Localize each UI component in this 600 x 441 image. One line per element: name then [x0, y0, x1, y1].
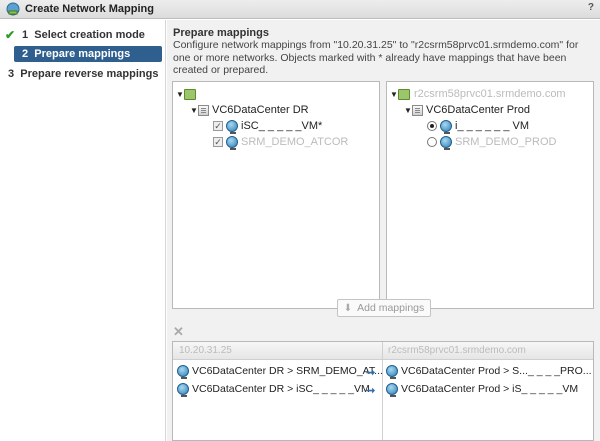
step-label: Prepare reverse mappings: [20, 68, 159, 80]
tree-network-target[interactable]: i_ _ _ _ _ _ VM: [427, 119, 529, 134]
network-mapping-icon: [6, 2, 20, 16]
expand-triangle-icon[interactable]: ▼: [404, 106, 412, 115]
network-label: i_ _ _ _ _ _ VM: [455, 120, 529, 132]
network-icon: [226, 136, 238, 150]
radio-button[interactable]: [427, 121, 437, 131]
step-number: 2: [22, 48, 29, 60]
add-mappings-label: Add mappings: [357, 302, 425, 314]
target-cell: VC6DataCenter Prod > iS_ _ _ _ _VM: [386, 383, 578, 397]
network-icon: [440, 120, 452, 134]
checkmark-icon: ✔: [5, 28, 16, 42]
tree-datacenter-target[interactable]: ▼ VC6DataCenter Prod: [404, 103, 530, 117]
network-icon: [440, 136, 452, 150]
step-prepare-mappings[interactable]: 2 Prepare mappings: [14, 46, 162, 62]
network-icon: [177, 365, 189, 379]
network-label: SRM_DEMO_ATCOR: [241, 136, 349, 148]
network-icon: [226, 120, 238, 134]
wizard-steps-panel: ✔ 1 Select creation mode 2 Prepare mappi…: [0, 20, 166, 441]
tree-network-target[interactable]: SRM_DEMO_PROD: [427, 135, 557, 150]
expand-triangle-icon[interactable]: ▼: [176, 90, 184, 99]
checkbox[interactable]: ✓: [213, 137, 223, 147]
expand-triangle-icon[interactable]: ▼: [390, 90, 398, 99]
table-row[interactable]: VC6DataCenter DR > iSC_ _ _ _ _VM ➞ VC6D…: [173, 381, 593, 399]
arrow-right-icon: ➞: [366, 385, 376, 397]
column-header-target[interactable]: r2csrm58prvc01.srmdemo.com: [388, 345, 526, 356]
network-label: SRM_DEMO_PROD: [455, 136, 557, 148]
step-select-creation-mode[interactable]: ✔ 1 Select creation mode: [0, 27, 166, 43]
table-row[interactable]: VC6DataCenter DR > SRM_DEMO_AT... ➞ VC6D…: [173, 363, 593, 381]
content-panel: Prepare mappings Configure network mappi…: [167, 20, 600, 441]
tree-datacenter-source[interactable]: ▼ VC6DataCenter DR: [190, 103, 309, 117]
network-icon: [386, 365, 398, 379]
datacenter-label: VC6DataCenter Prod: [426, 104, 530, 116]
column-header-source[interactable]: 10.20.31.25: [179, 345, 232, 356]
help-button[interactable]: ?: [588, 2, 594, 13]
source-cell: VC6DataCenter DR > SRM_DEMO_AT...: [177, 365, 383, 379]
step-number: 3: [8, 68, 15, 80]
table-header: 10.20.31.25 r2csrm58prvc01.srmdemo.com: [173, 342, 593, 360]
tree-network-source[interactable]: ✓ iSC_ _ _ _ _VM*: [213, 119, 323, 134]
vcenter-icon: [184, 88, 196, 100]
tree-network-source[interactable]: ✓ SRM_DEMO_ATCOR: [213, 135, 349, 150]
tree-root-target[interactable]: ▼ r2csrm58prvc01.srmdemo.com: [390, 87, 566, 101]
radio-button[interactable]: [427, 137, 437, 147]
remove-mapping-icon[interactable]: ✕: [173, 324, 184, 340]
target-network-tree[interactable]: ▼ r2csrm58prvc01.srmdemo.com ▼ VC6DataCe…: [386, 81, 594, 309]
step-number: 1: [22, 29, 29, 41]
network-icon: [177, 383, 189, 397]
page-description: Configure network mappings from "10.20.3…: [173, 39, 579, 76]
target-cell: VC6DataCenter Prod > S..._ _ _ _PRO...: [386, 365, 592, 379]
datacenter-icon: [412, 104, 423, 116]
window-title: Create Network Mapping: [25, 3, 154, 15]
title-bar: Create Network Mapping ?: [0, 0, 600, 19]
network-label: iSC_ _ _ _ _VM*: [241, 120, 323, 132]
arrow-right-icon: ➞: [366, 367, 376, 379]
step-label: Select creation mode: [34, 29, 145, 41]
page-title: Prepare mappings: [173, 27, 269, 39]
expand-triangle-icon[interactable]: ▼: [190, 106, 198, 115]
datacenter-icon: [198, 104, 209, 116]
step-prepare-reverse-mappings[interactable]: 3 Prepare reverse mappings: [0, 66, 166, 82]
add-mappings-button[interactable]: ⬇ Add mappings: [337, 299, 431, 317]
tree-root-source[interactable]: ▼: [176, 87, 200, 101]
step-label: Prepare mappings: [34, 48, 131, 60]
arrow-down-icon: ⬇: [343, 302, 353, 314]
source-network-tree[interactable]: ▼ ▼ VC6DataCenter DR ✓ iSC_ _ _ _ _VM* ✓…: [172, 81, 380, 309]
source-cell: VC6DataCenter DR > iSC_ _ _ _ _VM: [177, 383, 370, 397]
datacenter-label: VC6DataCenter DR: [212, 104, 309, 116]
mappings-table: 10.20.31.25 r2csrm58prvc01.srmdemo.com V…: [172, 341, 594, 441]
checkbox[interactable]: ✓: [213, 121, 223, 131]
network-icon: [386, 383, 398, 397]
vcenter-icon: [398, 88, 410, 100]
